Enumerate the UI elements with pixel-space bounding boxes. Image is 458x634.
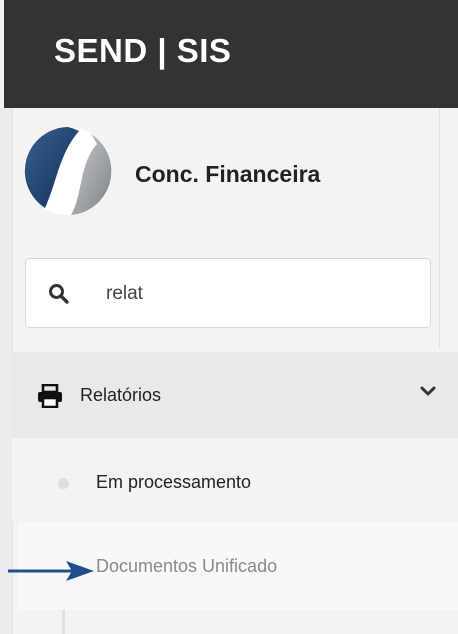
search-box[interactable] bbox=[25, 258, 431, 328]
submenu-item-label: Em processamento bbox=[96, 472, 252, 492]
profile-block: Conc. Financeira bbox=[23, 124, 443, 220]
menu-section-relatorios[interactable]: Relatórios bbox=[12, 352, 458, 438]
search-input[interactable] bbox=[106, 279, 406, 309]
annotation-arrow-icon bbox=[8, 561, 94, 581]
submenu-item-label: Documentos Unificado bbox=[96, 556, 278, 576]
app-brand[interactable]: SEND | SIS bbox=[54, 32, 231, 70]
company-logo bbox=[24, 127, 112, 216]
printer-icon bbox=[38, 384, 62, 408]
submenu-bullet bbox=[58, 478, 69, 489]
chevron-down-icon[interactable] bbox=[419, 382, 437, 400]
top-bar: SEND | SIS bbox=[4, 0, 458, 108]
search-icon bbox=[49, 284, 69, 304]
menu-section-label: Relatórios bbox=[80, 385, 162, 405]
company-name: Conc. Financeira bbox=[135, 161, 321, 187]
